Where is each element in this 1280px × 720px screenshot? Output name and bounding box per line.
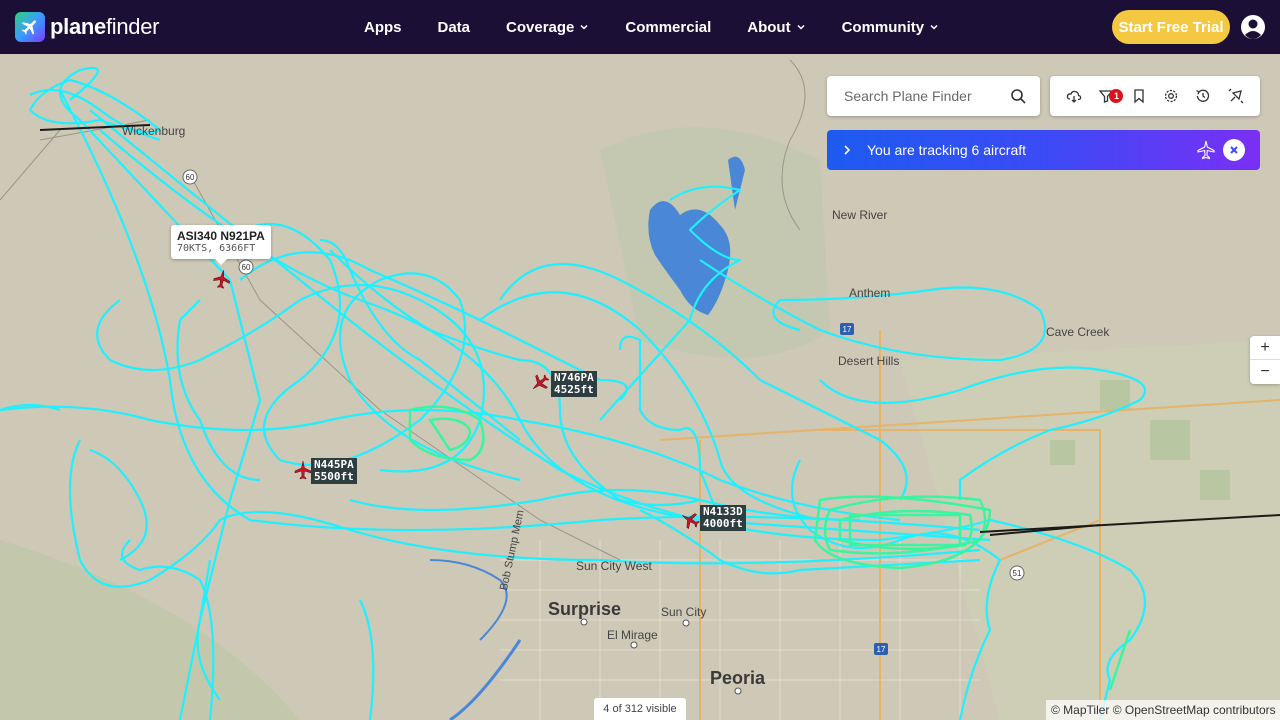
weather-button[interactable] [1063, 85, 1085, 107]
settings-icon [1164, 89, 1178, 103]
nav-apps[interactable]: Apps [364, 19, 402, 36]
place-label: New River [832, 208, 888, 222]
plane-logo-icon [15, 12, 45, 42]
popup-title: ASI340 N921PA [177, 229, 265, 243]
chevron-down-icon [580, 24, 588, 30]
start-free-trial-button[interactable]: Start Free Trial [1112, 10, 1230, 44]
top-nav-bar: planefinder Apps Data Coverage Commercia… [0, 0, 1280, 54]
filter-button[interactable]: 1 [1095, 85, 1124, 107]
svg-text:17: 17 [877, 645, 886, 654]
place-label: El Mirage [607, 628, 658, 642]
chevron-down-icon [930, 24, 938, 30]
history-icon [1196, 89, 1210, 102]
app-root: planefinder Apps Data Coverage Commercia… [0, 0, 1280, 720]
aircraft-label[interactable]: N746PA 4525ft [551, 371, 597, 397]
place-label: Sun City [661, 605, 707, 619]
nav-data[interactable]: Data [438, 19, 471, 36]
visible-count: 4 of 312 visible [594, 698, 686, 720]
nav-about[interactable]: About [747, 19, 805, 36]
settings-button[interactable] [1160, 85, 1182, 107]
tracking-banner[interactable]: You are tracking 6 aircraft [827, 130, 1260, 170]
aircraft-info-popup[interactable]: ASI340 N921PA 70KTS, 6366FT [171, 225, 271, 265]
map-attribution[interactable]: © MapTiler © OpenStreetMap contributors [1046, 700, 1280, 720]
plane-icon [1197, 140, 1215, 160]
place-label: Desert Hills [838, 354, 900, 368]
chevron-right-icon[interactable] [841, 144, 853, 156]
place-label: Cave Creek [1046, 325, 1110, 339]
aircraft-label[interactable]: N445PA 5500ft [311, 458, 357, 484]
ar-button[interactable] [1225, 85, 1247, 107]
aircraft-label[interactable]: N4133D 4000ft [700, 505, 746, 531]
user-account-icon[interactable] [1240, 14, 1266, 40]
nav-coverage[interactable]: Coverage [506, 19, 589, 36]
close-icon [1230, 146, 1238, 154]
place-label: Sun City West [576, 559, 652, 573]
svg-text:17: 17 [843, 325, 852, 334]
place-label: Anthem [849, 286, 891, 300]
place-label: Surprise [548, 599, 622, 619]
place-label: Peoria [710, 668, 766, 688]
svg-text:60: 60 [242, 263, 251, 272]
main-nav: Apps Data Coverage Commercial About Comm… [364, 0, 975, 54]
stop-tracking-button[interactable] [1223, 139, 1245, 161]
filter-count-badge: 1 [1109, 89, 1124, 103]
chevron-down-icon [797, 24, 805, 30]
zoom-in-button[interactable]: + [1250, 336, 1280, 360]
search-input[interactable] [842, 87, 1002, 105]
brand-logo[interactable]: planefinder [15, 12, 160, 42]
nav-commercial[interactable]: Commercial [625, 19, 711, 36]
zoom-out-button[interactable]: − [1250, 360, 1280, 384]
weather-icon [1066, 90, 1082, 103]
history-button[interactable] [1192, 85, 1214, 107]
search-box [827, 76, 1040, 116]
svg-text:51: 51 [1013, 569, 1022, 578]
popup-detail: 70KTS, 6366FT [177, 243, 256, 254]
tracking-text: You are tracking 6 aircraft [867, 142, 1027, 158]
zoom-controls: + − [1250, 336, 1280, 384]
brand-name: planefinder [50, 14, 160, 39]
search-icon[interactable] [1010, 88, 1026, 104]
nav-community[interactable]: Community [842, 19, 940, 36]
bookmark-icon [1134, 89, 1144, 104]
map-toolbar: 1 [1050, 76, 1260, 116]
svg-text:60: 60 [186, 173, 195, 182]
bookmark-button[interactable] [1128, 85, 1150, 107]
ar-icon [1228, 88, 1244, 104]
place-label: Wickenburg [122, 124, 186, 138]
